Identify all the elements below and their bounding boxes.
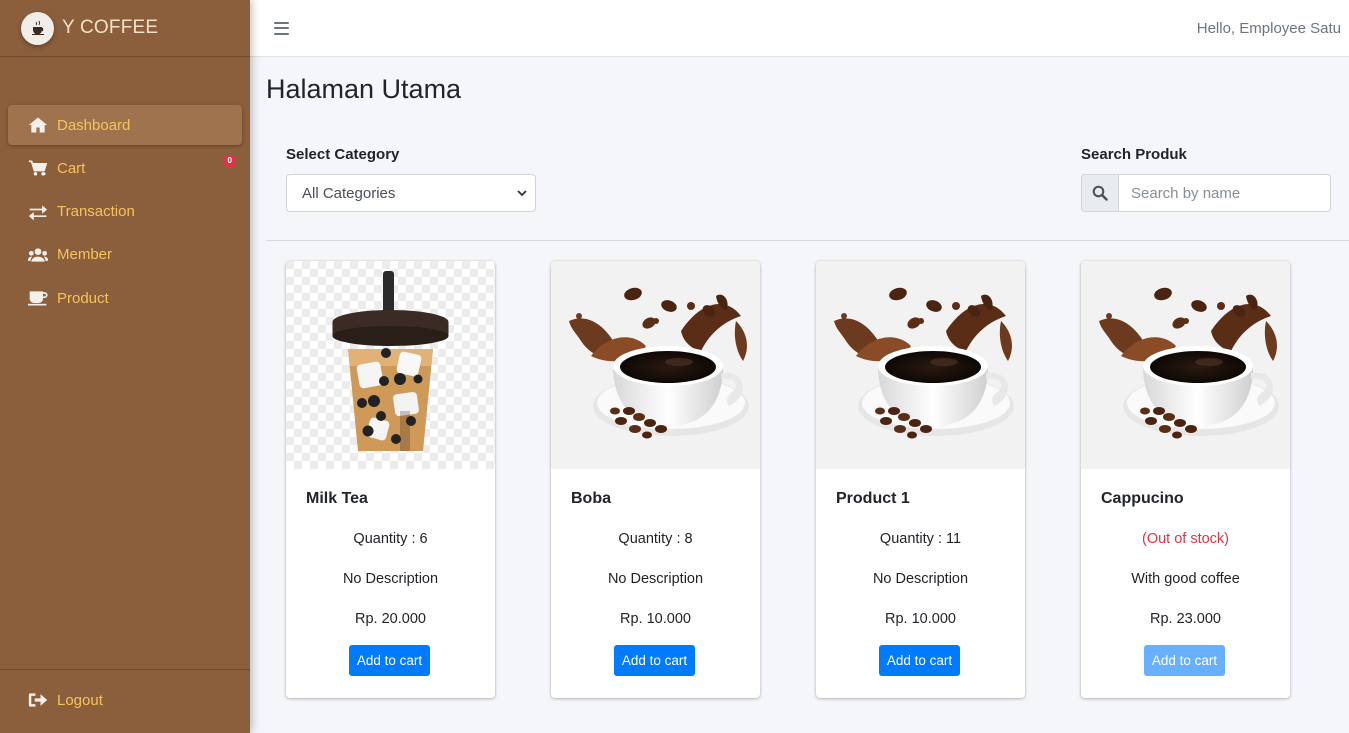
add-to-cart-button: Add to cart xyxy=(1144,645,1225,676)
product-price: Rp. 20.000 xyxy=(355,611,426,627)
sidebar-item-transaction[interactable]: Transaction xyxy=(8,192,242,232)
product-price: Rp. 10.000 xyxy=(885,611,956,627)
sidebar-item-label: Cart xyxy=(57,159,86,177)
product-quantity: Quantity : 11 xyxy=(879,531,962,547)
search-icon xyxy=(1081,174,1119,212)
product-quantity: Quantity : 8 xyxy=(618,531,693,547)
top-navbar: Hello, Employee Satu xyxy=(250,0,1349,57)
users-icon xyxy=(27,245,49,265)
product-card: Product 1 Quantity : 11 No Description R… xyxy=(816,261,1025,698)
page-title: Halaman Utama xyxy=(266,74,462,104)
product-price: Rp. 23.000 xyxy=(1150,611,1221,627)
out-of-stock-label: (Out of stock) xyxy=(1141,531,1230,547)
user-greeting[interactable]: Hello, Employee Satu xyxy=(1197,20,1341,37)
sidebar: Y COFFEE Dashboard Cart 0 Transaction Me… xyxy=(0,0,250,733)
product-price: Rp. 10.000 xyxy=(620,611,691,627)
category-selected-value: All Categories xyxy=(302,184,396,202)
product-card: Milk Tea Quantity : 6 No Description Rp.… xyxy=(286,261,495,698)
add-to-cart-button[interactable]: Add to cart xyxy=(614,645,695,676)
main-content: Halaman Utama Select Category All Catego… xyxy=(250,57,1349,733)
sidebar-item-label: Transaction xyxy=(57,203,135,221)
home-icon xyxy=(27,115,49,135)
exchange-icon xyxy=(27,202,49,222)
product-name: Milk Tea xyxy=(306,490,368,507)
category-label: Select Category xyxy=(286,146,400,163)
mug-icon xyxy=(27,288,49,308)
sidebar-item-product[interactable]: Product xyxy=(8,278,242,318)
product-card: Cappucino (Out of stock) With good coffe… xyxy=(1081,261,1290,698)
sidebar-footer: Logout xyxy=(0,669,250,709)
sidebar-item-label: Member xyxy=(57,246,113,264)
sidebar-nav: Dashboard Cart 0 Transaction Member Prod… xyxy=(8,105,242,321)
cart-count-badge: 0 xyxy=(223,155,236,168)
sidebar-item-dashboard[interactable]: Dashboard xyxy=(8,105,242,145)
product-description: No Description xyxy=(607,571,704,587)
product-image-milk-tea xyxy=(286,261,495,469)
logout-button[interactable]: Logout xyxy=(8,680,242,720)
product-image-coffee-cup xyxy=(551,261,760,469)
product-quantity: Quantity : 6 xyxy=(353,531,428,547)
add-to-cart-button[interactable]: Add to cart xyxy=(349,645,430,676)
product-description: No Description xyxy=(342,571,439,587)
product-name: Product 1 xyxy=(836,490,910,507)
divider xyxy=(266,240,1349,241)
brand[interactable]: Y COFFEE xyxy=(0,0,250,57)
product-card: Boba Quantity : 8 No Description Rp. 10.… xyxy=(551,261,760,698)
brand-name: Y COFFEE xyxy=(62,17,159,38)
search-group xyxy=(1081,174,1331,212)
menu-toggle-icon[interactable] xyxy=(274,21,289,35)
search-label: Search Produk xyxy=(1081,146,1187,163)
product-image-coffee-cup xyxy=(1081,261,1290,469)
product-image-coffee-cup xyxy=(816,261,1025,469)
brand-logo xyxy=(21,11,54,45)
chevron-down-icon xyxy=(517,190,527,197)
search-input[interactable] xyxy=(1119,174,1331,212)
product-name: Cappucino xyxy=(1101,490,1184,507)
product-description: With good coffee xyxy=(1131,571,1240,587)
sign-out-icon xyxy=(27,690,49,710)
sidebar-item-cart[interactable]: Cart 0 xyxy=(8,148,242,188)
sidebar-item-label: Dashboard xyxy=(57,116,131,134)
logout-label: Logout xyxy=(57,691,103,709)
cart-icon xyxy=(27,158,49,178)
sidebar-item-member[interactable]: Member xyxy=(8,235,242,275)
category-select[interactable]: All Categories xyxy=(286,174,536,212)
sidebar-item-label: Product xyxy=(57,289,109,307)
add-to-cart-button[interactable]: Add to cart xyxy=(879,645,960,676)
product-description: No Description xyxy=(872,571,969,587)
product-name: Boba xyxy=(571,490,611,507)
